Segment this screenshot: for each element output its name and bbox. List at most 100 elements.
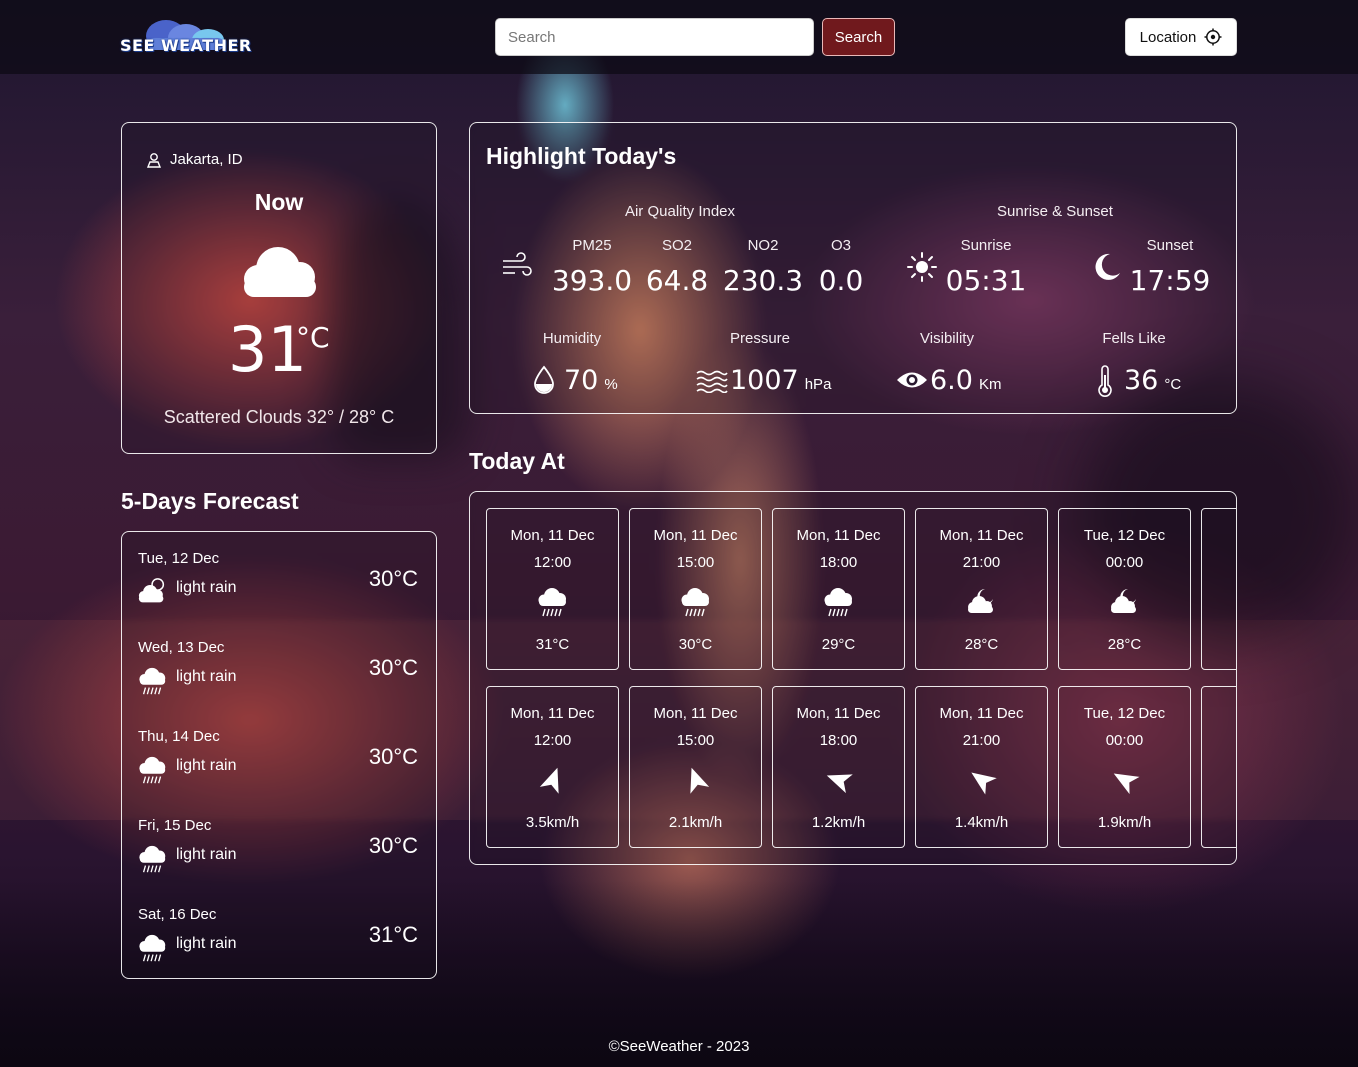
forecast-description: light rain xyxy=(176,846,237,863)
hour-time: 18:00 xyxy=(819,732,858,749)
hour-icon-wrap xyxy=(679,585,713,619)
now-title: Now xyxy=(254,189,304,215)
hour-date: Tue, 12 Dec xyxy=(1083,527,1166,544)
search-button[interactable]: Search xyxy=(822,18,895,56)
header: SEE WEATHER Search Location xyxy=(0,0,1358,74)
hourly-wind-card[interactable]: Mon, 11 Dec 21:00 1.4km/h xyxy=(915,686,1048,848)
hourly-wind-card[interactable]: Mon, 11 Dec 15:00 2.1km/h xyxy=(629,686,762,848)
sunset-value: 17:59 xyxy=(1129,264,1211,297)
rain-icon xyxy=(139,756,166,784)
hour-date: Mon, 11 Dec xyxy=(653,527,738,544)
hour-time: 12:00 xyxy=(533,732,572,749)
wind-direction-arrow-icon xyxy=(826,774,853,794)
forecast-title: 5-Days Forecast xyxy=(121,488,299,514)
hour-time: 00:00 xyxy=(1105,554,1144,571)
aqi-value: 0.0 xyxy=(818,264,864,297)
sunset-label: Sunset xyxy=(1146,237,1194,254)
hour-wind-speed: 2.1km/h xyxy=(668,814,723,831)
today-card[interactable]: Mon, 11 Dec 12:00 31°C Mon, 11 Dec 15:00 30°C… xyxy=(469,491,1237,865)
sun-icon xyxy=(907,252,937,282)
hour-date: Mon, 11 Dec xyxy=(939,527,1024,544)
hourly-wind-card[interactable]: Mon, 11 Dec 18:00 1.2km/h xyxy=(772,686,905,848)
forecast-icon-wrap xyxy=(137,665,169,695)
forecast-temperature: 30°C xyxy=(368,744,418,769)
humidity-number: 70 xyxy=(564,365,599,396)
forecast-description: light rain xyxy=(176,668,237,685)
hour-time: 18:00 xyxy=(819,554,858,571)
wind-direction-arrow-icon xyxy=(539,767,559,794)
aqi-label: SO2 xyxy=(661,237,692,254)
hour-icon-wrap xyxy=(965,763,999,797)
hourly-temperature-card[interactable]: Mon, 11 Dec 15:00 30°C xyxy=(629,508,762,670)
logo[interactable]: SEE WEATHER xyxy=(120,16,252,60)
feels-like-value: 36 °C xyxy=(1124,365,1181,396)
hour-date: Mon, 11 Dec xyxy=(796,705,881,722)
footer-copyright: ©SeeWeather - 2023 xyxy=(608,1038,750,1055)
forecast-date: Thu, 14 Dec xyxy=(138,728,220,745)
visibility-label: Visibility xyxy=(920,330,974,347)
today-title: Today At xyxy=(469,448,565,474)
forecast-row: Wed, 13 Dec light rain 30°C xyxy=(122,621,436,710)
rain-icon xyxy=(538,588,566,617)
forecast-date: Wed, 13 Dec xyxy=(138,639,225,656)
hourly-wind-card[interactable]: Tue, 12 Dec 00:00 1.9km/h xyxy=(1058,686,1191,848)
hourly-temperature-card[interactable]: Tue, 12 Dec 00:00 28°C xyxy=(1058,508,1191,670)
sunrise-value: 05:31 xyxy=(945,264,1027,297)
forecast-date: Sat, 16 Dec xyxy=(138,906,217,923)
forecast-row: Thu, 14 Dec light rain 30°C xyxy=(122,710,436,799)
location-name: Jakarta, ID xyxy=(170,151,243,168)
feels-like-label: Fells Like xyxy=(1102,330,1166,347)
forecast-card: Tue, 12 Dec light rain 30°C Wed, 13 Dec ligh… xyxy=(121,531,437,979)
current-weather-card: Jakarta, ID Now 31 °C Scattered Clouds 3… xyxy=(121,122,437,454)
hour-date: Mon, 11 Dec xyxy=(653,705,738,722)
partly-cloudy-rain-icon xyxy=(138,578,165,603)
hour-temperature: 31°C xyxy=(535,636,570,653)
hour-icon-wrap xyxy=(679,763,713,797)
hour-icon-wrap xyxy=(536,585,570,619)
hourly-card-partial[interactable] xyxy=(1201,686,1236,848)
feels-like-unit: °C xyxy=(1164,376,1182,393)
hour-time: 15:00 xyxy=(676,554,715,571)
droplet-icon xyxy=(534,365,554,394)
forecast-temperature: 31°C xyxy=(368,922,418,947)
location-button-label: Location xyxy=(1139,28,1197,46)
visibility-unit: Km xyxy=(978,376,1002,393)
partly-cloudy-night-icon xyxy=(967,589,993,613)
wind-direction-arrow-icon xyxy=(1113,773,1140,795)
forecast-row: Fri, 15 Dec light rain 30°C xyxy=(122,799,436,888)
forecast-row: Sat, 16 Dec light rain 31°C xyxy=(122,888,436,977)
hour-time: 12:00 xyxy=(533,554,572,571)
pressure-unit: hPa xyxy=(804,376,832,393)
forecast-description: light rain xyxy=(176,579,237,596)
rain-icon xyxy=(139,667,166,695)
hourly-card-partial[interactable] xyxy=(1201,508,1236,670)
hour-icon-wrap xyxy=(1108,763,1142,797)
partly-cloudy-night-icon xyxy=(1110,589,1136,613)
highlight-card: Highlight Today's Air Quality Index PM25… xyxy=(469,122,1237,414)
hourly-temperature-card[interactable]: Mon, 11 Dec 18:00 29°C xyxy=(772,508,905,670)
search-input[interactable] xyxy=(495,18,814,56)
hour-icon-wrap xyxy=(965,585,999,619)
hour-date: Mon, 11 Dec xyxy=(796,527,881,544)
hourly-wind-card[interactable]: Mon, 11 Dec 12:00 3.5km/h xyxy=(486,686,619,848)
hour-icon-wrap xyxy=(822,763,856,797)
hour-time: 21:00 xyxy=(962,732,1001,749)
hour-date: Mon, 11 Dec xyxy=(510,705,595,722)
hour-time: 00:00 xyxy=(1105,732,1144,749)
forecast-temperature: 30°C xyxy=(368,833,418,858)
forecast-icon-wrap xyxy=(137,932,169,962)
hour-wind-speed: 1.2km/h xyxy=(811,814,866,831)
forecast-icon-wrap xyxy=(137,843,169,873)
waves-icon xyxy=(696,370,728,393)
pressure-label: Pressure xyxy=(729,330,791,347)
location-button[interactable]: Location xyxy=(1125,18,1237,56)
hourly-temperature-card[interactable]: Mon, 11 Dec 12:00 31°C xyxy=(486,508,619,670)
wind-direction-arrow-icon xyxy=(970,772,997,795)
forecast-date: Fri, 15 Dec xyxy=(138,817,212,834)
hour-wind-speed: 1.9km/h xyxy=(1097,814,1152,831)
hour-temperature: 28°C xyxy=(1107,636,1142,653)
hour-icon-wrap xyxy=(1108,585,1142,619)
hour-date: Tue, 12 Dec xyxy=(1083,705,1166,722)
hourly-temperature-card[interactable]: Mon, 11 Dec 21:00 28°C xyxy=(915,508,1048,670)
hour-temperature: 28°C xyxy=(964,636,999,653)
